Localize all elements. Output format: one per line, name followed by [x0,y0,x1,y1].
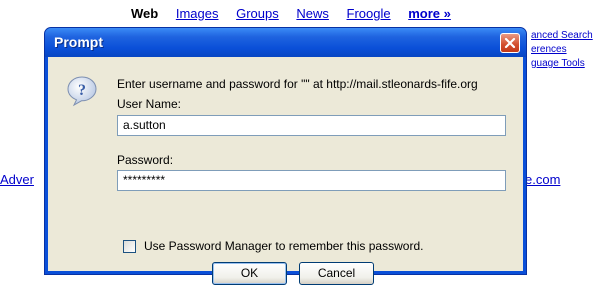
ok-button[interactable]: OK [212,262,287,285]
google-dotcom-link-fragment[interactable]: e.com [525,172,560,187]
side-links: anced Search erences guage Tools [531,29,593,71]
username-field[interactable]: a.sutton [117,115,506,136]
close-icon [504,37,516,49]
dialog-titlebar[interactable]: Prompt [45,28,526,57]
username-label: User Name: [117,97,182,111]
prompt-message: Enter username and password for "" at ht… [117,77,478,91]
google-nav: Web Images Groups News Froogle more » [131,6,465,21]
nav-more[interactable]: more » [408,6,451,21]
remember-password-label[interactable]: Use Password Manager to remember this pa… [144,239,423,253]
question-icon: ? [67,76,97,107]
preferences-link[interactable]: erences [531,43,593,57]
dialog-body: ? Enter username and password for "" at … [48,57,523,285]
nav-images[interactable]: Images [176,6,219,21]
nav-groups[interactable]: Groups [236,6,279,21]
prompt-dialog: Prompt ? Enter username and password for… [44,27,527,285]
language-tools-link[interactable]: guage Tools [531,57,593,71]
password-label: Password: [117,153,174,167]
cancel-button[interactable]: Cancel [299,262,374,285]
remember-password-checkbox[interactable] [123,240,136,253]
dialog-title: Prompt [54,34,103,50]
close-button[interactable] [500,33,520,53]
nav-news[interactable]: News [296,6,329,21]
nav-froogle[interactable]: Froogle [347,6,391,21]
password-field[interactable]: ********* [117,170,506,191]
advertising-link-fragment[interactable]: Adver [0,172,34,187]
advanced-search-link[interactable]: anced Search [531,29,593,43]
nav-web: Web [131,6,159,21]
svg-text:?: ? [78,82,86,99]
